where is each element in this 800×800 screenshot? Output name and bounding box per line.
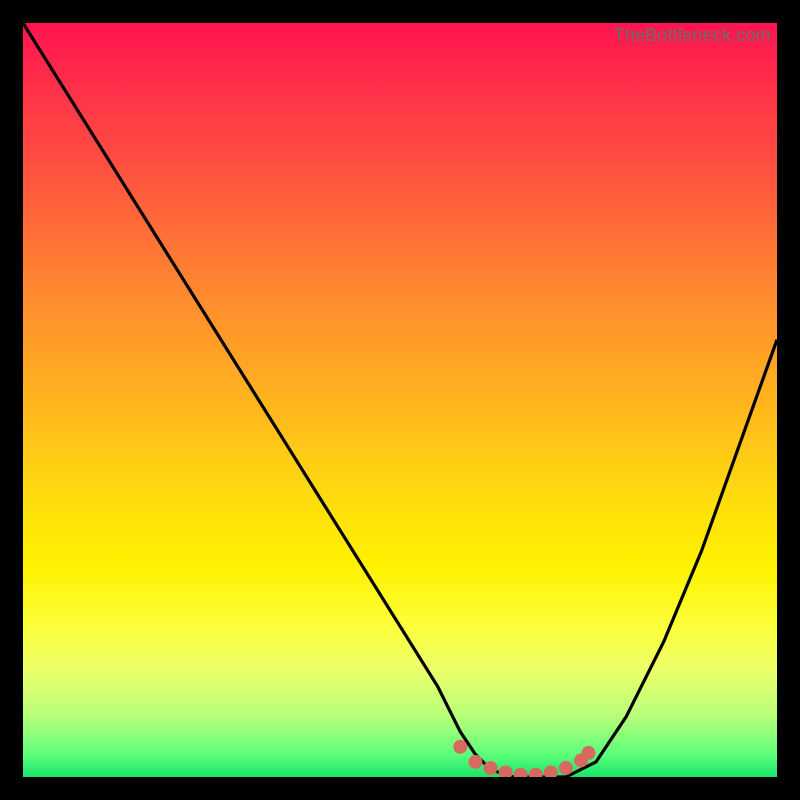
optimal-point [582,746,596,760]
chart-frame: TheBottleneck.com [23,23,777,777]
optimal-point [514,768,528,777]
optimal-point [499,766,513,778]
optimal-point [484,761,498,775]
optimal-point [468,755,482,769]
optimal-point [544,766,558,778]
plot-area [23,23,777,777]
optimal-point [529,768,543,777]
watermark-label: TheBottleneck.com [614,25,771,46]
bottleneck-curve [23,23,777,777]
optimal-point [559,761,573,775]
optimal-point [453,740,467,754]
curve-path [23,23,777,777]
curve-layer [23,23,777,777]
